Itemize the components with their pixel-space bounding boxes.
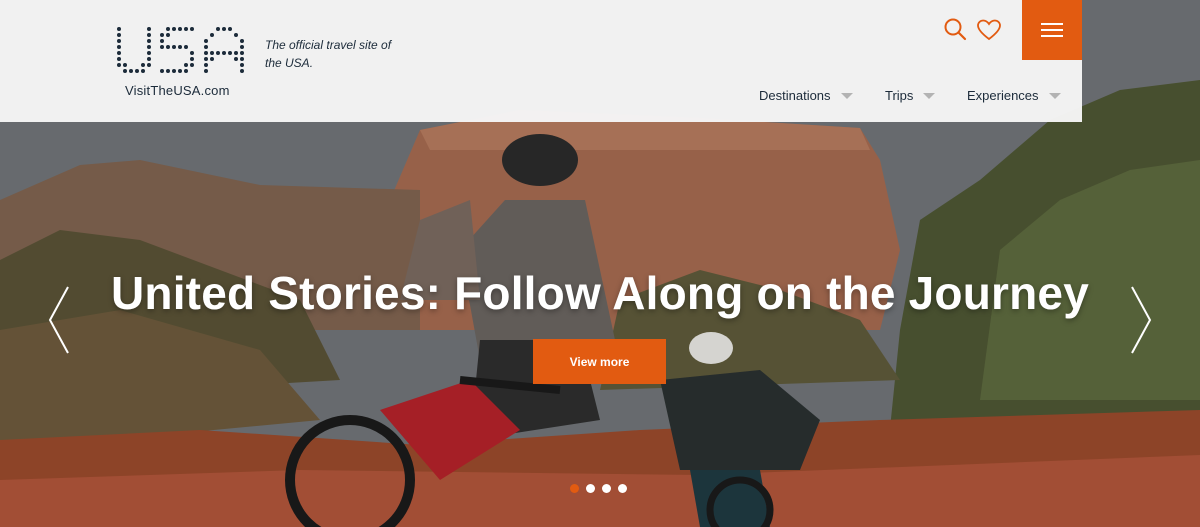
carousel-dot-1[interactable]: [570, 484, 579, 493]
favorites-button[interactable]: [975, 16, 1003, 44]
carousel-dot-2[interactable]: [586, 484, 595, 493]
carousel-prev-arrow-icon[interactable]: [46, 285, 74, 355]
hero-headline: United Stories: Follow Along on the Jour…: [110, 267, 1089, 319]
usa-dot-logo-icon: [117, 27, 244, 73]
chevron-down-icon: [1048, 93, 1061, 99]
nav-experiences-label: Experiences: [967, 87, 1039, 103]
nav-destinations-label: Destinations: [759, 87, 831, 103]
hamburger-line: [1041, 35, 1063, 37]
search-icon: [944, 18, 967, 41]
menu-button[interactable]: [1022, 0, 1082, 60]
carousel-dots: [570, 484, 627, 493]
hamburger-menu-icon: [1041, 23, 1063, 25]
carousel-next-arrow-icon[interactable]: [1126, 285, 1154, 355]
logo-url-text[interactable]: VisitTheUSA.com: [125, 83, 230, 98]
chevron-down-icon: [923, 93, 936, 99]
search-button[interactable]: [942, 16, 970, 44]
nav-destinations[interactable]: Destinations: [759, 86, 853, 104]
nav-trips-label: Trips: [885, 87, 914, 103]
carousel-dot-4[interactable]: [618, 484, 627, 493]
view-more-button[interactable]: View more: [533, 339, 666, 384]
site-header: VisitTheUSA.com The official travel site…: [0, 0, 1082, 122]
nav-experiences[interactable]: Experiences: [967, 86, 1061, 104]
hamburger-line: [1041, 29, 1063, 31]
nav-trips[interactable]: Trips: [885, 86, 936, 104]
site-tagline: The official travel site of the USA.: [265, 38, 392, 70]
chevron-down-icon: [840, 93, 853, 99]
carousel-dot-3[interactable]: [602, 484, 611, 493]
heart-icon: [977, 19, 1001, 41]
